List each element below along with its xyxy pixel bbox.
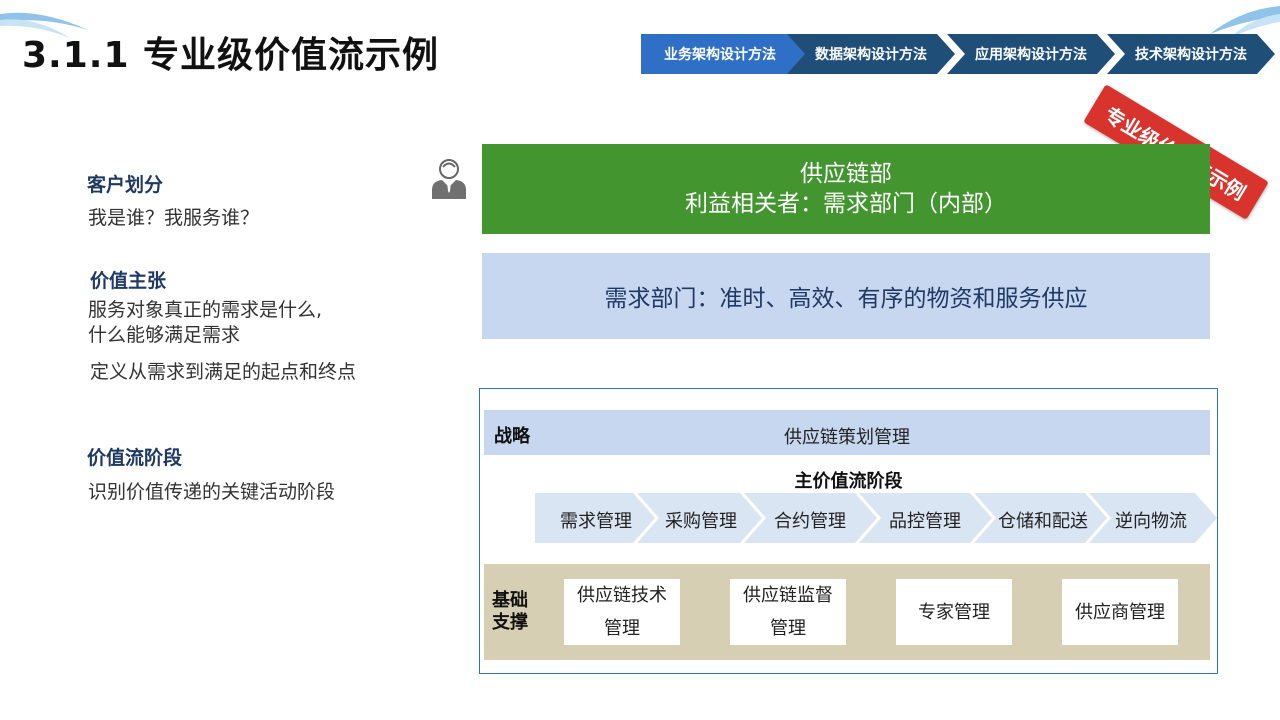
support-box-supplier: 供应商管理: [1062, 579, 1178, 645]
strategy-bar: 战略 供应链策划管理: [484, 410, 1210, 455]
stage-label-quality: 品控管理: [889, 511, 961, 532]
value-proposition-text-1: 服务对象真正的需求是什么,: [88, 299, 323, 321]
tab-label: 数据架构设计方法: [815, 47, 927, 63]
value-proposition-text-2: 什么能够满足需求: [88, 324, 241, 346]
tab-label: 业务架构设计方法: [664, 47, 776, 63]
support-box-supervision: 供应链监督管理: [730, 579, 846, 645]
supply-chain-stakeholder-banner: 供应链部 利益相关者：需求部门（内部）: [482, 144, 1210, 234]
main-stage-title: 主价值流阶段: [794, 471, 903, 492]
support-label-line2: 支撑: [492, 612, 528, 633]
support-box-tech: 供应链技术管理: [564, 579, 680, 645]
value-stream-panel: 战略 供应链策划管理 主价值流阶段 需求管理 采购管理 合约管理 品控管理 仓储…: [479, 388, 1218, 674]
stage-label-reverse: 逆向物流: [1115, 511, 1187, 532]
value-proposition-banner: 需求部门：准时、高效、有序的物资和服务供应: [482, 253, 1210, 339]
tab-label: 技术架构设计方法: [1135, 47, 1247, 63]
customer-segment-text: 我是谁？我服务谁？: [88, 207, 260, 229]
support-label-line1: 基础: [492, 590, 528, 611]
supply-banner-title: 供应链部: [800, 161, 892, 187]
tab-application-architecture[interactable]: 应用架构设计方法: [947, 34, 1115, 74]
strategy-text: 供应链策划管理: [784, 427, 910, 448]
customer-segment-heading: 客户划分: [87, 174, 164, 196]
stage-label-procurement: 采购管理: [665, 511, 737, 532]
tab-data-architecture[interactable]: 数据架构设计方法: [787, 34, 955, 74]
architecture-nav: 业务架构设计方法 数据架构设计方法 应用架构设计方法 技术架构设计方法: [641, 34, 1275, 74]
person-icon: [432, 159, 466, 199]
value-proposition-text-3: 定义从需求到满足的起点和终点: [90, 361, 357, 383]
value-proposition-heading: 价值主张: [90, 270, 167, 292]
tab-business-architecture[interactable]: 业务架构设计方法: [641, 34, 811, 74]
stage-label-warehouse: 仓储和配送: [998, 511, 1088, 532]
support-label: 基础 支撑: [492, 590, 528, 634]
supply-banner-subtitle: 利益相关者：需求部门（内部）: [685, 191, 1007, 217]
foundation-support-area: 基础 支撑 供应链技术管理 供应链监督管理 专家管理 供应商管理: [484, 564, 1210, 660]
tab-technology-architecture[interactable]: 技术架构设计方法: [1107, 34, 1275, 74]
value-stream-stage-heading: 价值流阶段: [87, 447, 183, 469]
stage-label-contract: 合约管理: [774, 511, 846, 532]
main-stage-chevrons: 需求管理 采购管理 合约管理 品控管理 仓储和配送 逆向物流: [535, 493, 1219, 543]
tab-label: 应用架构设计方法: [975, 47, 1087, 63]
page-title: 3.1.1 专业级价值流示例: [22, 35, 440, 76]
stage-label-demand: 需求管理: [560, 511, 632, 532]
value-stream-stage-text: 识别价值传递的关键活动阶段: [88, 481, 336, 503]
support-box-expert: 专家管理: [896, 579, 1012, 645]
